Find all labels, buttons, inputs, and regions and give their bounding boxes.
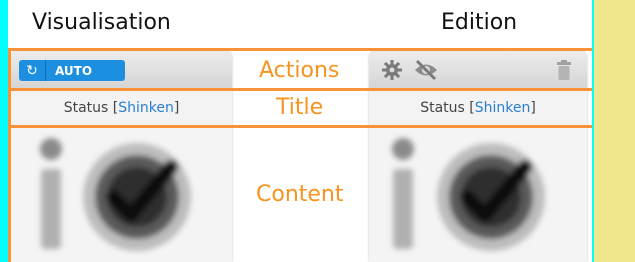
status-text: Status [63, 100, 113, 116]
widget-content [11, 127, 232, 262]
status-link[interactable]: Shinken [475, 100, 531, 116]
widget-title: Status [Shinken] [11, 90, 232, 127]
status-text: Status [420, 100, 470, 116]
status-bracket-close: ] [173, 100, 180, 116]
content-label: Content [256, 182, 344, 207]
eye-slash-icon[interactable] [413, 59, 439, 81]
status-blurred-icon [392, 138, 545, 251]
status-blurred-icon [40, 138, 191, 251]
actions-label: Actions [259, 58, 340, 83]
visualisation-heading: Visualisation [32, 10, 171, 35]
widget-actions-bar: ↻ AUTO [11, 50, 232, 90]
status-link[interactable]: Shinken [118, 100, 174, 116]
content-left-line [8, 48, 11, 262]
actions-bottom-line [8, 88, 592, 91]
trash-icon[interactable] [556, 59, 572, 81]
widget-edition: Status [Shinken] [369, 50, 587, 262]
edition-heading: Edition [441, 10, 518, 35]
auto-refresh-button[interactable]: ↻ AUTO [19, 60, 125, 81]
title-bottom-line [8, 125, 592, 128]
widget-title: Status [Shinken] [369, 90, 587, 127]
status-bracket-close: ] [530, 100, 536, 116]
widget-visualisation: ↻ AUTO Status [Shinken] [11, 50, 232, 262]
title-label: Title [276, 95, 324, 120]
widget-content [369, 127, 587, 262]
actions-top-line [8, 48, 592, 51]
refresh-icon: ↻ [19, 60, 46, 81]
gear-icon[interactable] [381, 59, 403, 81]
auto-label: AUTO [55, 63, 93, 78]
side-panel [594, 0, 635, 262]
widget-actions-bar [369, 50, 587, 90]
